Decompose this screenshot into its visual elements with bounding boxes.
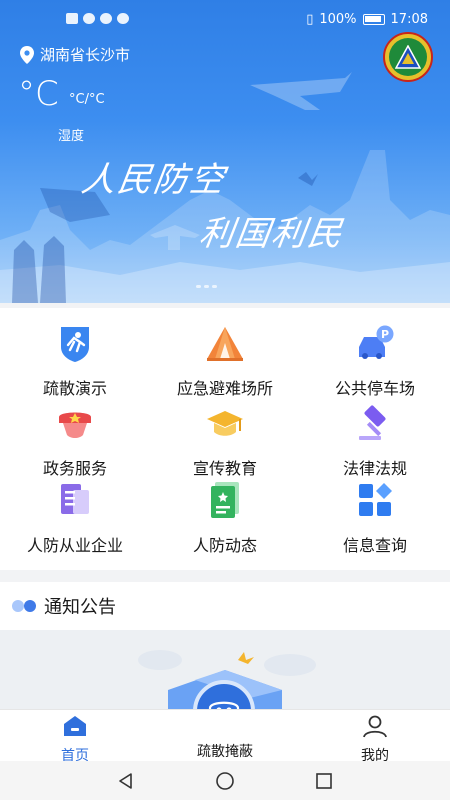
battery-icon bbox=[362, 14, 385, 25]
humidity-label: 湿度 bbox=[58, 129, 85, 144]
tab-mine[interactable]: 我的 bbox=[315, 710, 435, 764]
grid-search-icon bbox=[359, 483, 392, 516]
menu-label: 信息查询 bbox=[342, 536, 407, 555]
location-text: 湖南省长沙市 bbox=[40, 46, 131, 64]
notice-header[interactable]: 通知公告 bbox=[0, 582, 450, 630]
menu-publicity-education[interactable]: 宣传教育 bbox=[150, 403, 300, 479]
battery-percent: 100% bbox=[319, 12, 357, 27]
svg-text:P: P bbox=[381, 328, 389, 341]
gavel-icon bbox=[359, 405, 386, 440]
location-pin-icon bbox=[20, 45, 34, 64]
menu-public-parking[interactable]: P 公共停车场 bbox=[300, 323, 450, 399]
notice-title: 通知公告 bbox=[44, 597, 116, 618]
menu-government-service[interactable]: 政务服务 bbox=[0, 403, 150, 479]
home-icon bbox=[64, 716, 86, 736]
tab-shelter-label: 疏散掩蔽 bbox=[197, 744, 253, 760]
menu-label: 人防动态 bbox=[192, 536, 257, 555]
menu-label: 人防从业企业 bbox=[26, 536, 123, 555]
triangle-emblem-icon bbox=[395, 45, 421, 69]
clock: 17:08 bbox=[390, 12, 428, 27]
back-triangle-icon[interactable] bbox=[117, 772, 135, 790]
vibrate-icon: ▯ bbox=[306, 12, 314, 27]
feature-grid: 疏散演示 应急避难场所 P 公共停车场 政务服务 宣传教育 法律法规 人防从业企… bbox=[0, 308, 450, 570]
notification-icon bbox=[66, 13, 78, 24]
temperature: °C bbox=[18, 74, 59, 114]
status-icons-left bbox=[66, 13, 129, 24]
notice-toggle-icon bbox=[12, 600, 38, 612]
banner-pager bbox=[196, 285, 217, 288]
civil-defense-logo bbox=[383, 32, 433, 82]
slogan-line-1: 人民防空 bbox=[78, 160, 229, 200]
menu-civil-defense-news[interactable]: 人防动态 bbox=[150, 480, 300, 556]
bottom-tab-bar: 首页 疏散掩蔽 我的 bbox=[0, 709, 450, 764]
home-circle-icon[interactable] bbox=[215, 771, 235, 791]
cap-icon bbox=[59, 412, 91, 438]
parking-car-icon: P bbox=[359, 325, 394, 359]
menu-label: 政务服务 bbox=[42, 459, 107, 478]
app-root: ▯ 100% 17:08 湖南省长沙市 °C °C/°C 湿度 人民防空 利国利… bbox=[0, 0, 450, 800]
user-icon bbox=[363, 715, 387, 738]
menu-label: 疏散演示 bbox=[42, 379, 107, 398]
tent-icon bbox=[207, 327, 243, 361]
location-row[interactable]: 湖南省长沙市 bbox=[20, 44, 130, 65]
tab-shelter[interactable]: 疏散掩蔽 bbox=[165, 710, 285, 762]
tab-home[interactable]: 首页 bbox=[15, 710, 135, 764]
cloud-icon bbox=[100, 13, 112, 24]
temperature-range: °C/°C bbox=[69, 92, 105, 107]
slogan-line-2: 利国利民 bbox=[196, 214, 347, 254]
menu-laws-regulations[interactable]: 法律法规 bbox=[300, 403, 450, 479]
menu-label: 法律法规 bbox=[342, 459, 407, 478]
recents-square-icon[interactable] bbox=[315, 772, 333, 790]
evacuation-run-icon bbox=[61, 327, 89, 362]
document-icon bbox=[61, 484, 89, 514]
menu-label: 应急避难场所 bbox=[176, 379, 273, 398]
news-icon bbox=[211, 482, 239, 518]
app-notification-icon bbox=[117, 13, 129, 24]
wifi-icon bbox=[83, 13, 95, 24]
hero-banner[interactable]: ▯ 100% 17:08 湖南省长沙市 °C °C/°C 湿度 人民防空 利国利… bbox=[0, 0, 450, 303]
menu-emergency-shelter[interactable]: 应急避难场所 bbox=[150, 323, 300, 399]
status-bar: ▯ 100% 17:08 bbox=[0, 0, 450, 40]
menu-evacuation-demo[interactable]: 疏散演示 bbox=[0, 323, 150, 399]
menu-civil-defense-enterprises[interactable]: 人防从业企业 bbox=[0, 480, 150, 556]
menu-label: 公共停车场 bbox=[334, 379, 415, 398]
menu-label: 宣传教育 bbox=[192, 459, 257, 478]
graduation-cap-icon bbox=[207, 411, 243, 436]
menu-information-query[interactable]: 信息查询 bbox=[300, 480, 450, 556]
status-icons-right: ▯ 100% 17:08 bbox=[306, 12, 428, 27]
system-navigation-bar bbox=[0, 761, 450, 800]
